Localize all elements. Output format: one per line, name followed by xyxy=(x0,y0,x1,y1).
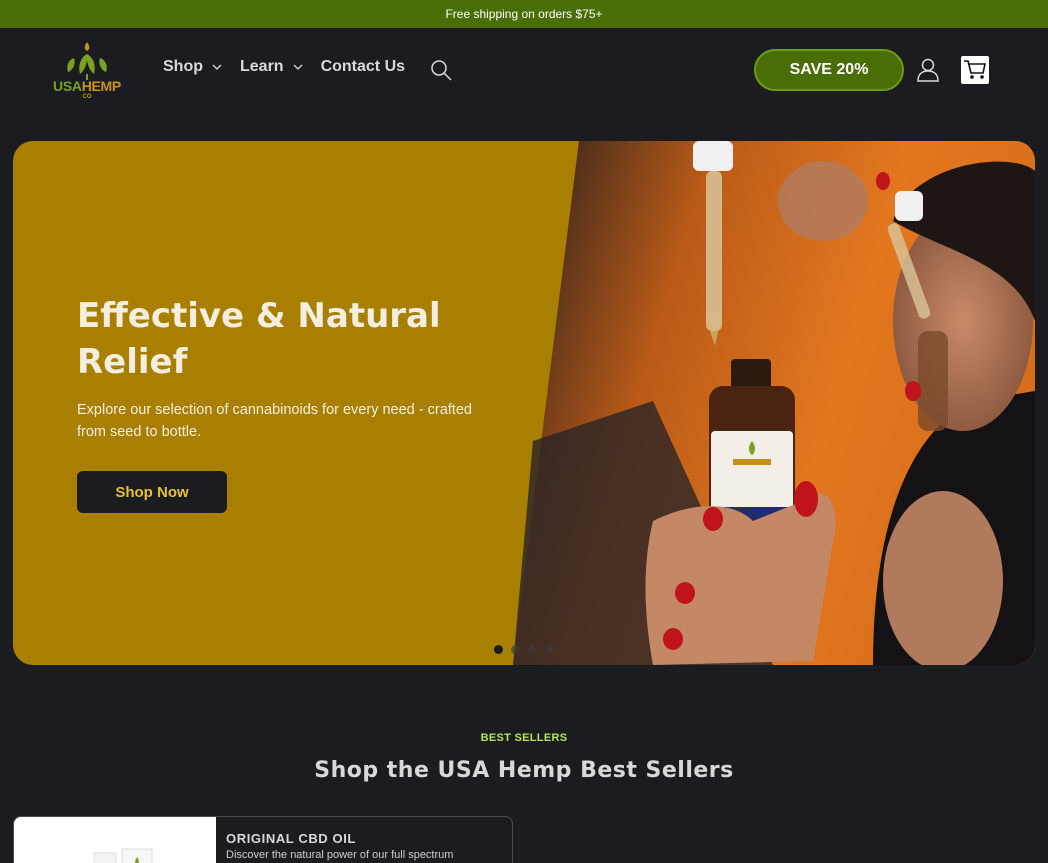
announcement-text: Free shipping on orders $75+ xyxy=(445,7,603,21)
save-20-button[interactable]: SAVE 20% xyxy=(754,49,904,91)
logo[interactable]: USAHEMP CO xyxy=(52,40,122,102)
product-card[interactable]: ORIGINAL CBD OIL Discover the natural po… xyxy=(13,816,513,863)
slide-dot-3[interactable] xyxy=(528,645,537,654)
slide-dot-2[interactable] xyxy=(511,645,520,654)
product-name: ORIGINAL CBD OIL xyxy=(226,831,356,846)
hero-subtitle: Explore our selection of cannabinoids fo… xyxy=(77,402,472,440)
announcement-bar: Free shipping on orders $75+ xyxy=(0,0,1048,28)
site-header: USAHEMP CO Shop Learn Contact Us SAVE 20… xyxy=(0,28,1048,112)
logo-wordmark: USAHEMP xyxy=(52,78,122,94)
shop-now-button[interactable]: Shop Now xyxy=(77,471,227,513)
cart-button[interactable] xyxy=(961,56,989,84)
main-nav: Shop Learn Contact Us xyxy=(163,58,423,76)
nav-learn[interactable]: Learn xyxy=(240,58,303,76)
product-box-image xyxy=(93,848,153,863)
nav-contact-us[interactable]: Contact Us xyxy=(321,58,405,76)
logo-word-hemp: HEMP xyxy=(81,78,122,94)
slide-dot-1[interactable] xyxy=(494,645,503,654)
nav-shop-label: Shop xyxy=(163,58,203,75)
best-sellers-eyebrow: BEST SELLERS xyxy=(480,732,568,744)
nav-learn-label: Learn xyxy=(240,58,284,75)
chevron-down-icon xyxy=(212,64,222,70)
product-description: Discover the natural power of our full s… xyxy=(226,849,454,861)
hemp-leaf-icon xyxy=(67,42,107,80)
logo-word-usa: USA xyxy=(53,78,82,94)
logo-co: CO xyxy=(82,94,92,100)
best-sellers-title: Shop the USA Hemp Best Sellers xyxy=(314,758,734,783)
product-image xyxy=(14,817,216,863)
cart-icon xyxy=(964,60,986,79)
hero-banner: Effective & Natural Relief Explore our s… xyxy=(13,141,1035,665)
hero-title: Effective & Natural Relief xyxy=(77,296,441,382)
account-icon[interactable] xyxy=(917,58,939,82)
slide-dots xyxy=(494,645,554,654)
nav-shop[interactable]: Shop xyxy=(163,58,222,76)
chevron-down-icon xyxy=(293,64,303,70)
slide-dot-4[interactable] xyxy=(545,645,554,654)
search-icon[interactable] xyxy=(430,59,452,81)
nav-contact-label: Contact Us xyxy=(320,58,406,75)
